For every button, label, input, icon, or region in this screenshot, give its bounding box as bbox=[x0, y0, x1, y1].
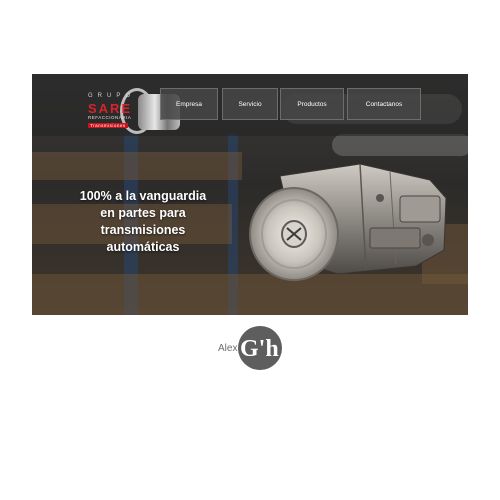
headline-line: automáticas bbox=[106, 240, 180, 254]
hero-banner: GRUPO SARE REFACCIONARIA Transmisiones E… bbox=[32, 74, 468, 315]
signature-text: Alex bbox=[218, 343, 238, 354]
shelf-boxes bbox=[32, 152, 242, 180]
logo-brand-name: SARE bbox=[88, 101, 133, 116]
automatic-transmission-image bbox=[249, 163, 447, 281]
nav-contactanos[interactable]: Contactanos bbox=[347, 88, 421, 120]
headline-line: transmisiones bbox=[100, 223, 186, 237]
nav-servicio[interactable]: Servicio bbox=[222, 88, 278, 120]
signature-mark: G'h bbox=[240, 336, 279, 362]
ceiling-light bbox=[332, 134, 468, 156]
headline-line: 100% a la vanguardia bbox=[79, 189, 207, 203]
logo-group-text: GRUPO bbox=[88, 93, 136, 99]
nav-productos[interactable]: Productos bbox=[280, 88, 344, 120]
logo-subtitle: REFACCIONARIA bbox=[88, 115, 132, 120]
navigation-bar: GRUPO SARE REFACCIONARIA Transmisiones E… bbox=[32, 74, 468, 136]
nav-empresa[interactable]: Empresa bbox=[160, 88, 218, 120]
logo-tagline: Transmisiones bbox=[88, 123, 128, 128]
hero-headline: 100% a la vanguardia en partes para tran… bbox=[70, 188, 216, 256]
headline-line: en partes para bbox=[100, 206, 186, 220]
